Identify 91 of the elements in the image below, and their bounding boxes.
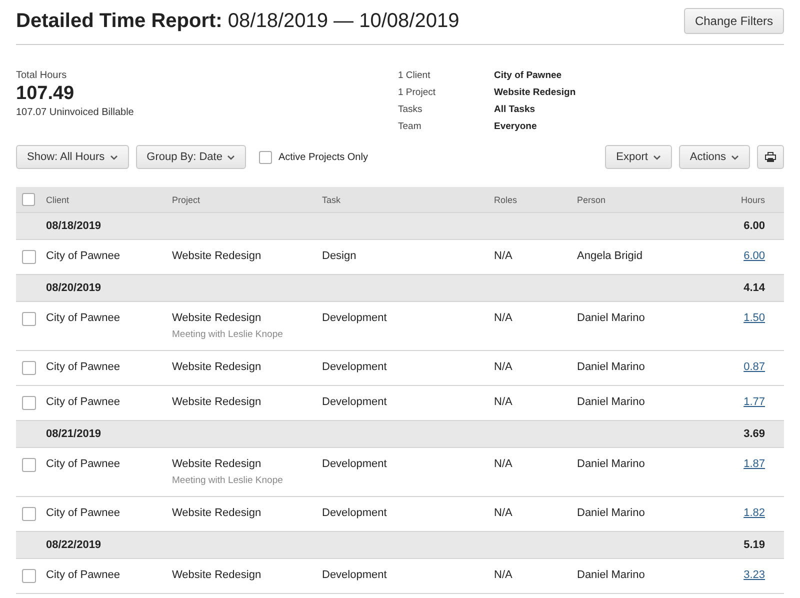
table-cell-text: Website Redesign — [172, 312, 262, 324]
row-checkbox[interactable] — [22, 507, 36, 521]
group-by-dropdown[interactable]: Group By: Date — [136, 145, 246, 169]
table-cell-text: Daniel Marino — [577, 458, 646, 470]
filter-value: Website Redesign — [494, 87, 576, 98]
table-cell-text: Development — [322, 507, 388, 519]
entry-note: Meeting with Leslie Knope — [172, 475, 284, 486]
filter-label: Team — [398, 121, 422, 132]
filter-label: 1 Project — [398, 87, 436, 98]
group-total: 6.00 — [744, 220, 765, 232]
table-cell-text: Website Redesign — [172, 250, 262, 262]
print-icon — [765, 152, 776, 162]
table-cell-text: City of Pawnee — [46, 569, 121, 581]
table-cell-text: Daniel Marino — [577, 507, 646, 519]
total-hours-label: Total Hours — [16, 70, 68, 81]
table-cell-text: N/A — [494, 458, 514, 470]
table-cell-text: Development — [322, 361, 388, 373]
table-cell-text: Development — [322, 312, 388, 324]
table-cell-text: Daniel Marino — [577, 396, 646, 408]
caret-icon — [110, 154, 118, 160]
column-header: Client — [46, 194, 70, 204]
group-date: 08/22/2019 — [46, 539, 102, 551]
table-cell-text: City of Pawnee — [46, 507, 121, 519]
hours-link[interactable]: 3.23 — [744, 569, 765, 581]
select-all-checkbox[interactable] — [22, 193, 35, 206]
row-checkbox[interactable] — [22, 569, 36, 583]
table-cell-text: Website Redesign — [172, 507, 262, 519]
uninvoiced-billable-text: 107.07 Uninvoiced Billable — [16, 107, 135, 118]
group-date: 08/21/2019 — [46, 428, 102, 440]
table-cell-text: Daniel Marino — [577, 312, 646, 324]
table-cell-text: Development — [322, 396, 388, 408]
table-cell-text: N/A — [494, 569, 514, 581]
column-header: Task — [322, 194, 342, 204]
table-cell-text: N/A — [494, 361, 514, 373]
hours-link[interactable]: 6.00 — [744, 250, 765, 262]
column-header: Person — [577, 194, 607, 204]
group-total: 5.19 — [744, 539, 765, 551]
table-cell-text: City of Pawnee — [46, 250, 121, 262]
hours-link[interactable]: 0.87 — [744, 361, 765, 373]
checkbox-label: Active Projects Only — [278, 152, 368, 162]
total-hours-value: 107.49 — [16, 83, 76, 105]
table-cell-text: N/A — [494, 250, 514, 262]
row-checkbox[interactable] — [22, 396, 36, 410]
show-dropdown[interactable]: Show: All Hours — [16, 145, 129, 169]
caret-icon — [652, 154, 661, 160]
hours-link[interactable]: 1.77 — [744, 396, 765, 408]
caret-icon — [731, 154, 739, 160]
table-cell-text: N/A — [494, 312, 514, 324]
filter-value: Everyone — [494, 121, 538, 132]
table-cell-text: City of Pawnee — [46, 312, 121, 324]
group-total: 3.69 — [744, 428, 765, 440]
actions-dropdown[interactable]: Actions — [678, 145, 750, 169]
table-cell-text: Development — [322, 458, 388, 470]
filter-label: 1 Client — [398, 70, 432, 81]
print-button[interactable] — [757, 145, 784, 169]
hours-link[interactable]: 1.82 — [744, 507, 765, 519]
column-header: Project — [172, 194, 202, 204]
table-cell-text: N/A — [494, 396, 514, 408]
entry-note: Meeting with Leslie Knope — [172, 329, 284, 340]
filter-value: All Tasks — [494, 104, 536, 115]
table-cell-text: Daniel Marino — [577, 361, 646, 373]
group-total: 4.14 — [744, 282, 765, 294]
row-checkbox[interactable] — [22, 250, 36, 264]
table-cell-text: Website Redesign — [172, 458, 262, 470]
group-date: 08/20/2019 — [46, 282, 102, 294]
hours-link[interactable]: 1.87 — [744, 458, 765, 470]
table-cell-text: N/A — [494, 507, 514, 519]
column-header: Hours — [740, 194, 765, 204]
filter-value: City of Pawnee — [494, 70, 563, 81]
group-date: 08/18/2019 — [46, 220, 102, 232]
change-filters-button[interactable]: Change Filters — [684, 8, 784, 34]
caret-icon — [227, 154, 236, 160]
export-dropdown[interactable]: Export — [605, 145, 672, 169]
row-checkbox[interactable] — [22, 458, 36, 472]
filter-label: Tasks — [398, 104, 424, 115]
report-title: Detailed Time Report: 08/18/2019 — 10/08/2019 — [16, 10, 460, 32]
table-cell-text: Website Redesign — [172, 361, 262, 373]
table-cell-text: Design — [322, 250, 358, 262]
table-cell-text: Website Redesign — [172, 396, 262, 408]
table-cell-text: Angela Brigid — [577, 250, 644, 262]
table-cell-text: Daniel Marino — [577, 569, 646, 581]
table-cell-text: City of Pawnee — [46, 361, 121, 373]
column-header: Roles — [494, 194, 518, 204]
row-checkbox[interactable] — [22, 312, 36, 326]
table-cell-text: Website Redesign — [172, 569, 262, 581]
table-cell-text: City of Pawnee — [46, 458, 121, 470]
table-cell-text: Development — [322, 569, 388, 581]
row-checkbox[interactable] — [22, 361, 36, 375]
checkbox[interactable] — [259, 150, 272, 164]
hours-link[interactable]: 1.50 — [744, 312, 765, 324]
table-cell-text: City of Pawnee — [46, 396, 121, 408]
